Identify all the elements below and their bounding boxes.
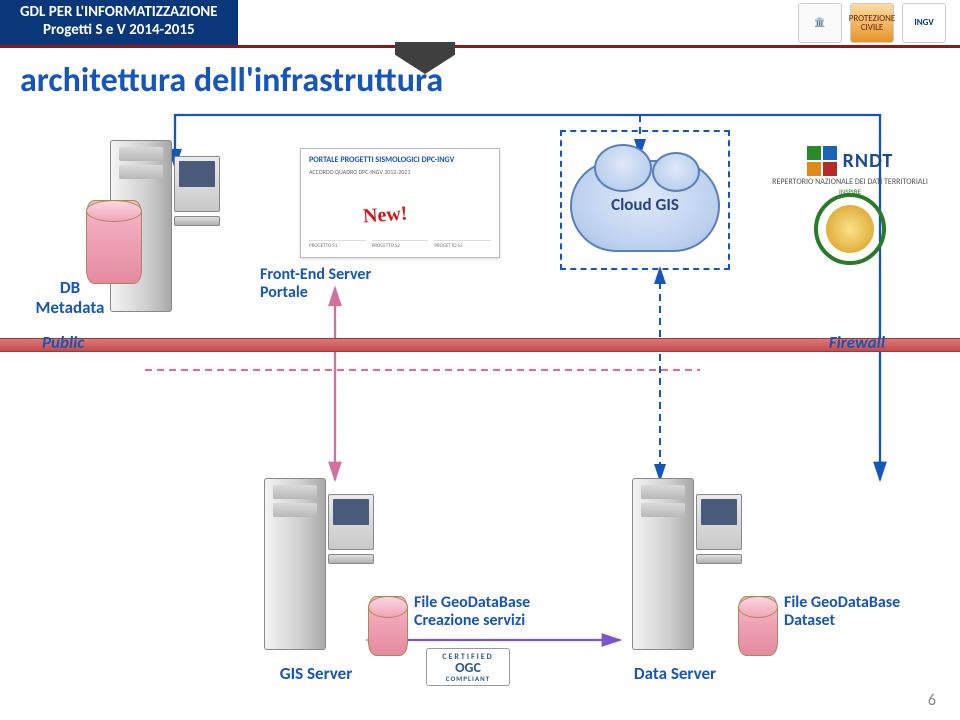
new-badge: New! xyxy=(362,202,408,228)
portal-title: PORTALE PROGETTI SISMOLOGICI DPC-INGV xyxy=(309,155,491,165)
rndt-sub: REPERTORIO NAZIONALE DEI DATI TERRITORIA… xyxy=(772,178,928,187)
header-line2: Progetti S e V 2014-2015 xyxy=(20,22,218,39)
logo-protezione-civile: PROTEZIONE CIVILE xyxy=(850,3,894,43)
header-title: GDL PER L'INFORMATIZZAZIONE Progetti S e… xyxy=(0,0,238,45)
server-gis xyxy=(264,478,374,650)
db-cylinder-gis xyxy=(368,596,408,656)
label-gis-server: GIS Server xyxy=(256,664,376,684)
label-db-metadata: DB Metadata xyxy=(30,278,110,317)
label-data-server: Data Server xyxy=(600,664,750,684)
header-logos: 🏛️ PROTEZIONE CIVILE INGV xyxy=(798,3,960,43)
label-firewall: Firewall xyxy=(829,332,885,353)
header-line1: GDL PER L'INFORMATIZZAZIONE xyxy=(20,4,218,21)
page-title: architettura dell'infrastruttura xyxy=(20,60,443,101)
firewall-band xyxy=(0,338,960,352)
page-number: 6 xyxy=(928,691,936,710)
rndt-block: RNDT REPERTORIO NAZIONALE DEI DATI TERRI… xyxy=(760,146,940,266)
portal-thumbnail: PORTALE PROGETTI SISMOLOGICI DPC-INGV AC… xyxy=(300,148,500,258)
logo-italy-emblem: 🏛️ xyxy=(798,3,842,43)
label-frontend: Front-End Server Portale xyxy=(260,266,440,303)
inspire-icon: INSPIRE xyxy=(814,193,886,265)
label-file-gdb-gis: File GeoDataBase Creazione servizi xyxy=(414,594,574,631)
server-data xyxy=(632,478,742,650)
ogc-badge-icon: CERTIFIED OGC COMPLIANT xyxy=(426,648,510,686)
label-file-gdb-data: File GeoDataBase Dataset xyxy=(784,594,944,631)
portal-sub: ACCORDO QUADRO DPC-INGV 2012-2021 xyxy=(309,168,491,176)
header-bar: GDL PER L'INFORMATIZZAZIONE Progetti S e… xyxy=(0,0,960,48)
cloud-label: Cloud GIS xyxy=(570,194,720,215)
rndt-name: RNDT xyxy=(843,149,894,173)
label-public: Public xyxy=(42,332,84,353)
cloud-gis: Cloud GIS xyxy=(570,160,720,252)
db-cylinder-metadata xyxy=(86,200,142,284)
db-cylinder-data xyxy=(738,596,778,656)
logo-ingv: INGV xyxy=(902,3,946,43)
